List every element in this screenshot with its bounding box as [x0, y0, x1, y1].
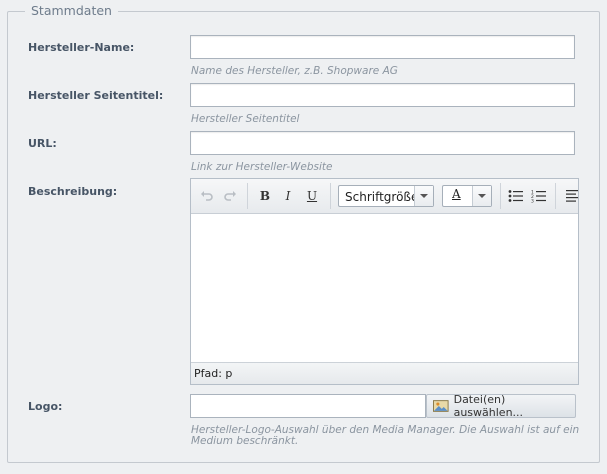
editor-toolbar: B I U Schriftgröße A 123 — [191, 179, 578, 214]
toolbar-separator — [330, 183, 331, 209]
chevron-down-icon[interactable] — [472, 186, 491, 206]
toolbar-separator — [500, 183, 501, 209]
redo-icon[interactable] — [220, 187, 240, 205]
page-title-hint: Hersteller Seitentitel — [191, 113, 300, 125]
select-files-button[interactable]: Datei(en) auswählen... — [426, 393, 576, 419]
numbered-list-icon[interactable]: 123 — [529, 187, 549, 205]
name-label: Hersteller-Name: — [28, 41, 135, 54]
logo-input[interactable] — [190, 394, 426, 418]
bullet-list-icon[interactable] — [506, 187, 526, 205]
font-color-select[interactable]: A — [442, 185, 492, 207]
url-label: URL: — [28, 137, 57, 150]
svg-text:3: 3 — [531, 199, 534, 204]
toolbar-separator — [247, 183, 248, 209]
description-editor: B I U Schriftgröße A 123 Pfad: p — [190, 178, 579, 385]
align-left-icon[interactable] — [563, 187, 578, 205]
font-size-select[interactable]: Schriftgröße — [338, 185, 434, 207]
toolbar-separator — [555, 183, 556, 209]
font-color-icon: A — [452, 187, 461, 201]
url-input[interactable] — [190, 131, 575, 155]
logo-hint-line2: Medium beschränkt. — [191, 435, 299, 447]
select-files-label: Datei(en) auswählen... — [453, 393, 524, 419]
editor-content-area[interactable] — [191, 214, 578, 362]
name-hint: Name des Hersteller, z.B. Shopware AG — [191, 65, 398, 77]
page-title-input[interactable] — [190, 83, 575, 107]
description-label: Beschreibung: — [28, 185, 118, 198]
fieldset-legend: Stammdaten — [25, 3, 118, 18]
image-icon — [433, 400, 449, 412]
italic-button[interactable]: I — [278, 187, 298, 205]
page-title-label: Hersteller Seitentitel: — [28, 89, 164, 102]
manufacturer-name-input[interactable] — [190, 35, 575, 59]
logo-label: Logo: — [28, 400, 63, 413]
editor-statusbar-path: Pfad: p — [191, 362, 578, 384]
bold-button[interactable]: B — [255, 187, 275, 205]
url-hint: Link zur Hersteller-Website — [191, 161, 333, 173]
underline-button[interactable]: U — [302, 187, 322, 205]
undo-icon[interactable] — [197, 187, 217, 205]
chevron-down-icon[interactable] — [414, 186, 433, 206]
font-size-value: Schriftgröße — [345, 190, 415, 204]
